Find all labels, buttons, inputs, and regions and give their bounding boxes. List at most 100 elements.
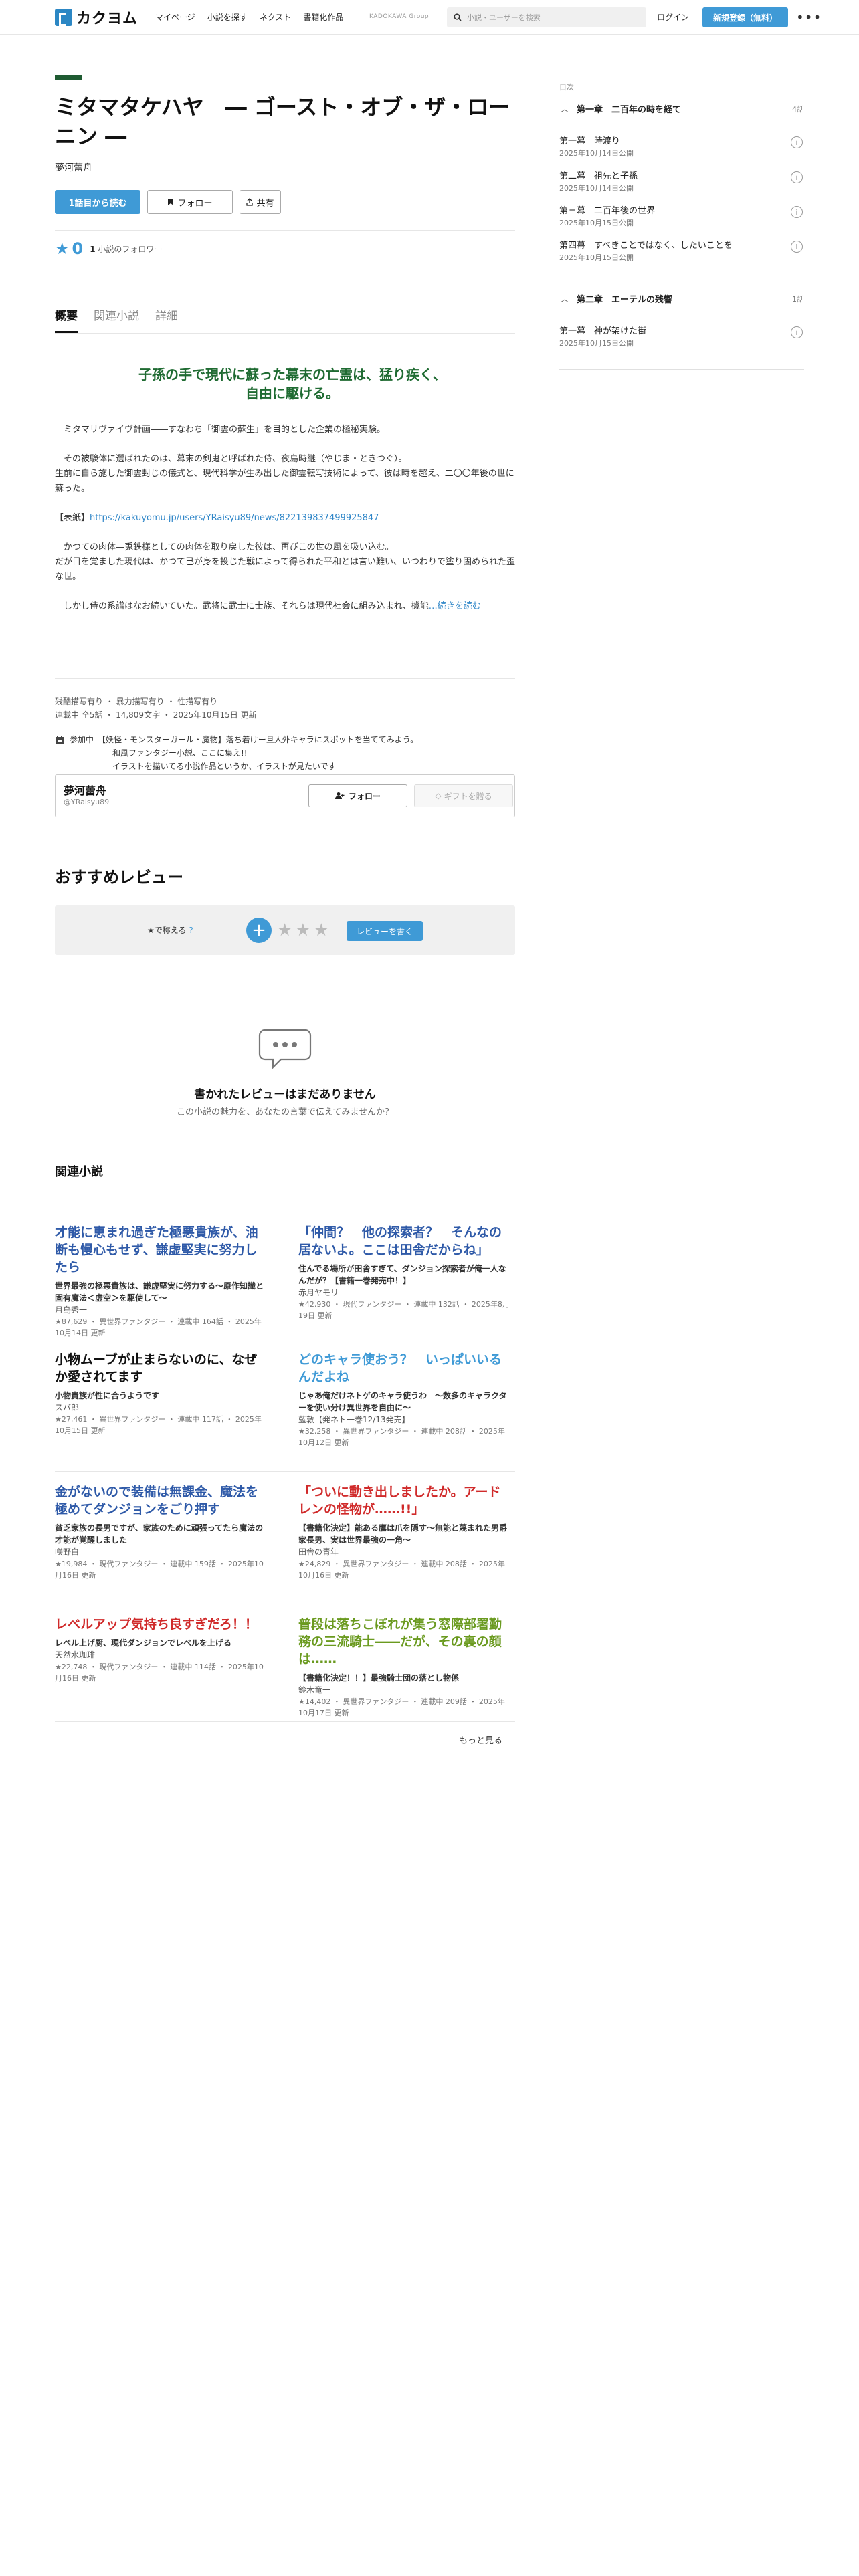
intro-paragraph: その被験体に選ばれたのは、幕末の剣鬼と呼ばれた侍、夜島時継（やじま・ときつぐ）。… (55, 452, 515, 496)
related-item[interactable]: 才能に恵まれ過ぎた極悪貴族が、油断も慢心もせず、謙虚堅実に努力したら 世界最強の… (55, 1224, 266, 1339)
tab-details[interactable]: 詳細 (155, 306, 178, 333)
related-item-author[interactable]: 鈴木竜一 (298, 1684, 510, 1696)
tab-related[interactable]: 関連小説 (94, 306, 139, 333)
related-item[interactable]: 小物ムーブが止まらないのに、なぜか愛されてます 小物貴族が性に合うようです スバ… (55, 1351, 266, 1436)
more-menu-icon[interactable]: ••• (796, 9, 822, 25)
related-item-author[interactable]: 咲野白 (55, 1546, 266, 1558)
nav-search-novels[interactable]: 小説を探す (207, 11, 248, 23)
related-separator (55, 1721, 515, 1722)
related-item-author[interactable]: スバ郎 (55, 1402, 266, 1414)
share-button[interactable]: 共有 (240, 190, 281, 214)
work-meta: 連載中 全5話 ・ 14,809文字 ・ 2025年10月15日 更新 (55, 710, 257, 720)
info-icon[interactable]: i (791, 326, 803, 338)
event-link[interactable]: 【妖怪・モンスターガール・魔物】落ち着けー旦人外キャラにスポットを当ててみよう。 (102, 735, 418, 744)
no-reviews-title: 書かれたレビューはまだありません (194, 1088, 376, 1101)
related-item-title[interactable]: レベルアップ気持ち良すぎだろ！！ (55, 1616, 266, 1633)
search-box[interactable] (447, 7, 646, 27)
related-item-author[interactable]: 天然水珈琲 (55, 1649, 266, 1661)
related-item[interactable]: どのキャラ使おう？ いっぱいいるんだよね じゃあ俺だけネトゲのキャラ使うわ ～数… (298, 1351, 510, 1448)
tab-overview[interactable]: 概要 (55, 306, 78, 333)
related-item-title[interactable]: 才能に恵まれ過ぎた極悪貴族が、油断も慢心もせず、謙虚堅実に努力したら (55, 1224, 266, 1276)
read-first-episode-button[interactable]: 1話目から読む (55, 190, 140, 214)
chapter-title: 第二章 エーテルの残響 (577, 295, 673, 305)
intro-line: その被験体に選ばれたのは、幕末の剣鬼と呼ばれた侍、夜島時継（やじま・ときつぐ）。 (64, 454, 407, 464)
episode-item[interactable]: 第一幕 時渡り 2025年10月14日公開 i (559, 134, 804, 158)
intro-paragraph: ミタマリヴァイヴ計画――すなわち「御霊の蘇生」を目的とした企業の極秘実験。 (64, 425, 386, 435)
related-item-title[interactable]: 「仲間？ 他の探索者？ そんなの居ないよ。ここは田舎だからね」 (298, 1224, 510, 1259)
episode-item[interactable]: 第四幕 すべきことではなく、したいことを 2025年10月15日公開 i (559, 238, 804, 263)
episode-item[interactable]: 第三幕 二百年後の世界 2025年10月15日公開 i (559, 203, 804, 228)
info-icon[interactable]: i (791, 206, 803, 218)
related-item-title[interactable]: 普段は落ちこぼれが集う窓際部署勤務の三流騎士――だが、その裏の顔は…… (298, 1616, 510, 1668)
help-icon[interactable]: ? (189, 926, 193, 935)
cover-link[interactable]: https://kakuyomu.jp/users/YRaisyu89/news… (90, 513, 379, 523)
episode-item[interactable]: 第一幕 神が架けた街 2025年10月15日公開 i (559, 324, 804, 348)
related-item-title[interactable]: 「ついに動き出しましたか。アードレンの怪物が……!!」 (298, 1483, 510, 1518)
event-line[interactable]: 和風ファンタジー小説、ここに集え!! (70, 748, 248, 758)
related-separator (55, 1471, 515, 1472)
related-item-meta: ★19,984 ・ 現代ファンタジー ・ 連載中 159話 ・ 2025年10月… (55, 1560, 264, 1580)
related-item-author[interactable]: 月島秀一 (55, 1304, 266, 1316)
related-item-title[interactable]: 金がないので装備は無課金、魔法を極めてダンジョンをごり押す (55, 1483, 266, 1518)
write-review-button[interactable]: レビューを書く (347, 921, 423, 941)
event-text: 参加中 【妖怪・モンスターガール・魔物】落ち着けー旦人外キャラにスポットを当てて… (70, 733, 515, 773)
episode-title: 第四幕 すべきことではなく、したいことを (559, 241, 733, 251)
related-item-title[interactable]: 小物ムーブが止まらないのに、なぜか愛されてます (55, 1351, 266, 1386)
catchphrase: 子孫の手で現代に蘇った幕末の亡霊は、猛り疾く、自由に駆ける。 (138, 366, 446, 401)
info-icon[interactable]: i (791, 241, 803, 253)
chapter-header[interactable]: ︿ 第二章 エーテルの残響 1話 (559, 284, 804, 313)
send-gift-button[interactable]: ◇ ギフトを贈る (414, 784, 513, 807)
related-item-catch: 【書籍化決定！！】最強騎士団の落とし物係 (298, 1673, 460, 1683)
rating-stars[interactable]: ★★★ (277, 920, 332, 940)
nav-published[interactable]: 書籍化作品 (303, 11, 343, 23)
add-star-button[interactable]: + (246, 918, 272, 943)
signup-button[interactable]: 新規登録（無料） (702, 7, 788, 27)
related-item-author[interactable]: 赤月ヤモリ (298, 1287, 510, 1299)
intro-paragraph: しかし侍の系譜はなお続いていた。武将に武士に士族、それらは現代社会に組み込まれ、… (55, 599, 515, 614)
login-link[interactable]: ログイン (657, 11, 689, 23)
cover-label: 【表紙】 (55, 513, 90, 523)
related-item[interactable]: 「仲間？ 他の探索者？ そんなの居ないよ。ここは田舎だからね」 住んでる場所が田… (298, 1224, 510, 1321)
share-icon (246, 198, 254, 206)
related-item[interactable]: 金がないので装備は無課金、魔法を極めてダンジョンをごり押す 貧乏家族の長男ですが… (55, 1483, 266, 1581)
site-logo[interactable]: カクヨム (55, 8, 138, 27)
episode-title: 第二幕 祖先と子孫 (559, 171, 638, 181)
chapter-header[interactable]: ︿ 第一章 二百年の時を経て 4話 (559, 94, 804, 123)
episode-date: 2025年10月14日公開 (559, 184, 634, 193)
event-line[interactable]: イラストを描いてる小説作品というか、イラストが見たいです (70, 762, 337, 771)
related-item-author[interactable]: 田舎の青年 (298, 1546, 510, 1558)
nav-mypage[interactable]: マイページ (155, 11, 195, 23)
follow-author-label: フォロー (348, 791, 381, 801)
intro-line: だが目を覚ました現代は、かつて己が身を投じた戦によって得られた平和とは言い難い、… (55, 557, 515, 582)
info-icon[interactable]: i (791, 136, 803, 148)
related-item-title[interactable]: どのキャラ使おう？ いっぱいいるんだよね (298, 1351, 510, 1386)
review-rating-box: ★で称える? + ★★★ レビューを書く (55, 905, 515, 955)
related-item-meta: ★32,258 ・ 異世界ファンタジー ・ 連載中 208話 ・ 2025年10… (298, 1427, 505, 1447)
episode-title: 第一幕 時渡り (559, 136, 621, 146)
related-item[interactable]: 普段は落ちこぼれが集う窓際部署勤務の三流騎士――だが、その裏の顔は…… 【書籍化… (298, 1616, 510, 1719)
related-item-author[interactable]: 藍敦【発ネト一巻12/13発売】 (298, 1414, 510, 1426)
author-card-name[interactable]: 夢河蕾舟 (64, 782, 106, 798)
work-stats: ★ 0 1 小説のフォロワー (55, 239, 162, 258)
logo-icon (55, 9, 72, 26)
follow-work-button[interactable]: フォロー (147, 190, 233, 214)
follow-author-button[interactable]: フォロー (308, 784, 407, 807)
search-icon (454, 13, 462, 21)
related-item[interactable]: レベルアップ気持ち良すぎだろ！！ レベル上げ厨、現代ダンジョンでレベルを上げる … (55, 1616, 266, 1684)
site-header: カクヨム マイページ 小説を探す ネクスト 書籍化作品 KADOKAWA Gro… (0, 0, 859, 35)
search-input[interactable] (467, 13, 634, 22)
follower-label: 小説のフォロワー (98, 244, 163, 254)
user-plus-icon (335, 792, 345, 799)
show-more-link[interactable]: もっと見る (459, 1733, 502, 1746)
related-item-meta: ★27,461 ・ 異世界ファンタジー ・ 連載中 117話 ・ 2025年10… (55, 1415, 262, 1435)
tab-underline (55, 333, 515, 334)
episode-item[interactable]: 第二幕 祖先と子孫 2025年10月14日公開 i (559, 169, 804, 193)
star-count[interactable]: ★ 0 (55, 239, 83, 258)
nav-next[interactable]: ネクスト (260, 11, 292, 23)
read-more-link[interactable]: …続きを読む (429, 601, 481, 611)
genre-bar (55, 75, 82, 80)
work-author[interactable]: 夢河蕾舟 (55, 160, 92, 174)
related-item[interactable]: 「ついに動き出しましたか。アードレンの怪物が……!!」 【書籍化決定】能ある鷹は… (298, 1483, 510, 1581)
info-icon[interactable]: i (791, 171, 803, 183)
episode-date: 2025年10月15日公開 (559, 219, 634, 227)
